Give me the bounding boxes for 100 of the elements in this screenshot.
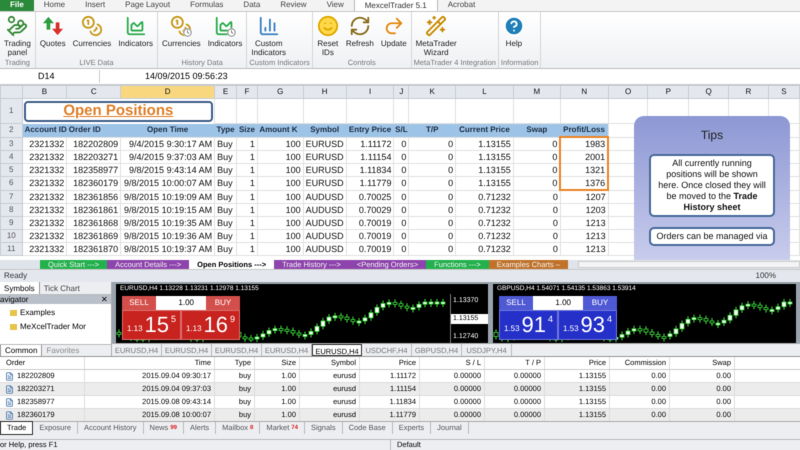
column-header[interactable]: L xyxy=(456,86,514,98)
table-cell: 182202809 xyxy=(66,137,121,150)
column-header[interactable]: E xyxy=(214,86,237,98)
ribbon-button[interactable]: MetaTrader Wizard xyxy=(416,39,457,57)
lot-size-field[interactable]: 1.00 xyxy=(156,296,206,310)
table-cell: 0 xyxy=(394,190,409,204)
table-cell: 2321332 xyxy=(22,230,67,242)
table-cell: AUDUSD xyxy=(303,242,346,256)
ribbon-button[interactable]: Custom Indicators xyxy=(251,39,286,57)
table-cell: 182360179 xyxy=(66,176,121,190)
column-header[interactable]: P xyxy=(648,86,689,98)
column-header[interactable]: B xyxy=(22,86,67,98)
table-cell: 9/8/2015 10:19:09 AM xyxy=(120,190,215,204)
table-cell: 0.70019 xyxy=(346,230,394,242)
table-cell: 1 xyxy=(236,137,258,150)
column-header[interactable]: I xyxy=(346,86,394,98)
ribbon-button[interactable]: Trading panel xyxy=(4,39,31,57)
table-cell: 1 xyxy=(236,230,258,242)
row-number: 9 xyxy=(0,216,22,230)
table-cell: 0 xyxy=(394,230,409,242)
table-cell: 182361856 xyxy=(66,190,121,204)
name-box[interactable]: D14 xyxy=(0,70,100,83)
column-header[interactable]: G xyxy=(257,86,304,98)
column-header[interactable]: O xyxy=(608,86,648,98)
bar-chart-icon xyxy=(258,15,280,37)
ribbon-button[interactable]: Refresh xyxy=(346,39,374,48)
table-cell: 9/8/2015 10:19:15 AM xyxy=(120,204,215,216)
lot-size-field[interactable]: 1.00 xyxy=(533,296,583,310)
column-heading: Open Time xyxy=(120,124,215,137)
table-cell: 0 xyxy=(513,164,560,176)
table-cell: 1.11779 xyxy=(346,176,394,190)
table-cell: 182358977 xyxy=(66,164,121,176)
buy-button[interactable]: BUY xyxy=(206,296,240,310)
ribbon-button[interactable]: Quotes xyxy=(40,39,66,48)
ribbon-tab[interactable]: Home xyxy=(34,0,76,11)
table-cell: 9/8/2015 10:19:37 AM xyxy=(120,242,215,256)
ribbon-tab[interactable]: Review xyxy=(270,0,317,11)
panel-tab[interactable]: Common xyxy=(0,345,42,356)
table-cell: 0 xyxy=(408,190,456,204)
ribbon-tab[interactable]: Page Layout xyxy=(115,0,180,11)
table-cell: Buy xyxy=(214,242,237,256)
formula-field[interactable]: 14/09/2015 09:56:23 xyxy=(145,70,228,83)
column-header[interactable]: F xyxy=(236,86,258,98)
table-cell: 1 xyxy=(236,150,258,164)
sell-button[interactable]: SELL xyxy=(499,296,533,310)
sell-button[interactable]: SELL xyxy=(122,296,156,310)
table-cell: 1.11154 xyxy=(346,150,394,164)
horizontal-scrollbar[interactable] xyxy=(578,261,800,268)
ribbon-button[interactable]: Update xyxy=(380,39,407,48)
area-chart-icon xyxy=(124,15,147,37)
ribbon-button[interactable]: Help xyxy=(506,39,522,48)
tree-item[interactable]: Examples xyxy=(20,307,56,319)
table-cell: 2321332 xyxy=(22,150,67,164)
ribbon-tab[interactable]: Insert xyxy=(75,0,116,11)
tip-note: Orders can be managed via xyxy=(649,227,775,246)
table-cell: 1 xyxy=(236,242,258,256)
column-header[interactable]: Q xyxy=(688,86,728,98)
ribbon-tab[interactable]: Formulas xyxy=(180,0,234,11)
table-cell: EURUSD xyxy=(303,176,346,190)
document-icon xyxy=(5,398,14,406)
panel-tab[interactable]: Tick Chart xyxy=(40,282,84,294)
smiley-icon xyxy=(316,15,339,37)
table-cell: Buy xyxy=(214,190,237,204)
table-cell: 0 xyxy=(394,216,409,230)
column-header[interactable]: S xyxy=(768,86,800,98)
table-cell: 0 xyxy=(394,164,409,176)
column-header[interactable]: K xyxy=(408,86,456,98)
ribbon-button[interactable]: Reset IDs xyxy=(317,39,338,57)
ribbon-button[interactable]: Indicators xyxy=(208,39,242,48)
tree-item[interactable]: MeXcelTrader Mor xyxy=(20,321,86,333)
column-header[interactable]: D xyxy=(120,86,215,98)
column-header[interactable]: H xyxy=(303,86,346,98)
row-number: 7 xyxy=(0,190,22,204)
buy-button[interactable]: BUY xyxy=(583,296,617,310)
column-header[interactable]: N xyxy=(560,86,608,98)
table-cell: 1.11834 xyxy=(346,164,394,176)
column-header[interactable]: R xyxy=(728,86,768,98)
area-chart-clock-icon xyxy=(214,15,236,37)
ribbon-tab[interactable]: MexcelTrader 5.1 xyxy=(354,0,438,11)
table-cell: 0 xyxy=(408,230,456,242)
ribbon-tab[interactable]: View xyxy=(316,0,354,11)
table-cell: 0.70019 xyxy=(346,216,394,230)
ribbon-tab[interactable]: File xyxy=(0,0,34,11)
ribbon-button[interactable]: Currencies xyxy=(72,39,112,48)
column-header[interactable]: J xyxy=(394,86,409,98)
ribbon-tab[interactable]: Acrobat xyxy=(438,0,486,11)
ribbon-button[interactable]: Currencies xyxy=(162,39,201,48)
table-cell: 9/4/2015 9:30:17 AM xyxy=(120,137,215,150)
close-icon[interactable]: ✕ xyxy=(101,296,108,304)
panel-tab[interactable]: Symbols xyxy=(0,282,40,294)
table-cell: 1.13155 xyxy=(456,176,514,190)
ribbon-tab[interactable]: Data xyxy=(233,0,270,11)
table-cell: 0.71232 xyxy=(456,204,514,216)
table-cell: 100 xyxy=(257,176,304,190)
ribbon-button[interactable]: Indicators xyxy=(118,39,153,48)
column-header[interactable]: M xyxy=(513,86,560,98)
table-cell: 1376 xyxy=(560,176,608,190)
column-header[interactable]: C xyxy=(66,86,121,98)
zoom-level[interactable]: 100% xyxy=(756,270,776,282)
help-icon xyxy=(502,15,525,37)
